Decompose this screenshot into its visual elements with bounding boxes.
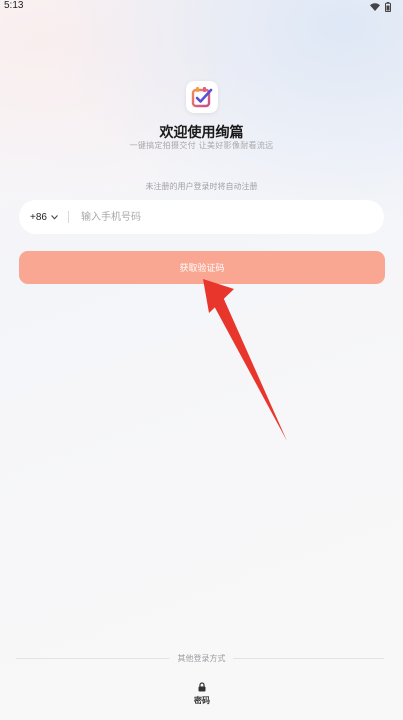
lock-icon [198, 682, 206, 692]
checkbox-logo-icon [191, 87, 213, 108]
app-logo [186, 81, 218, 113]
status-time: 5:13 [4, 0, 24, 11]
other-login-label: 其他登录方式 [177, 654, 226, 663]
welcome-subtitle: 一键搞定拍摄交付 让美好影像耐看流远 [129, 141, 274, 150]
password-login-label: 密码 [194, 696, 210, 705]
phone-number-input[interactable] [78, 210, 343, 224]
input-divider [67, 211, 69, 223]
country-code-value: +86 [30, 211, 47, 223]
arrow-head [203, 279, 234, 313]
status-icons [370, 2, 391, 12]
password-login-button[interactable]: 密码 [186, 682, 218, 712]
auto-register-hint: 未注册的用户登录时将自动注册 [145, 182, 258, 191]
wifi-icon [370, 3, 380, 11]
battery-icon [385, 2, 391, 12]
get-verification-code-button[interactable]: 获取验证码 [19, 251, 385, 284]
phone-input-row: +86 [19, 200, 384, 234]
country-code-select[interactable]: +86 [30, 212, 58, 223]
welcome-title: 欢迎使用绚篇 [159, 125, 244, 141]
chevron-down-icon [51, 214, 58, 219]
status-bar: 5:13 [0, 0, 403, 14]
arrow-shaft [213, 297, 287, 441]
